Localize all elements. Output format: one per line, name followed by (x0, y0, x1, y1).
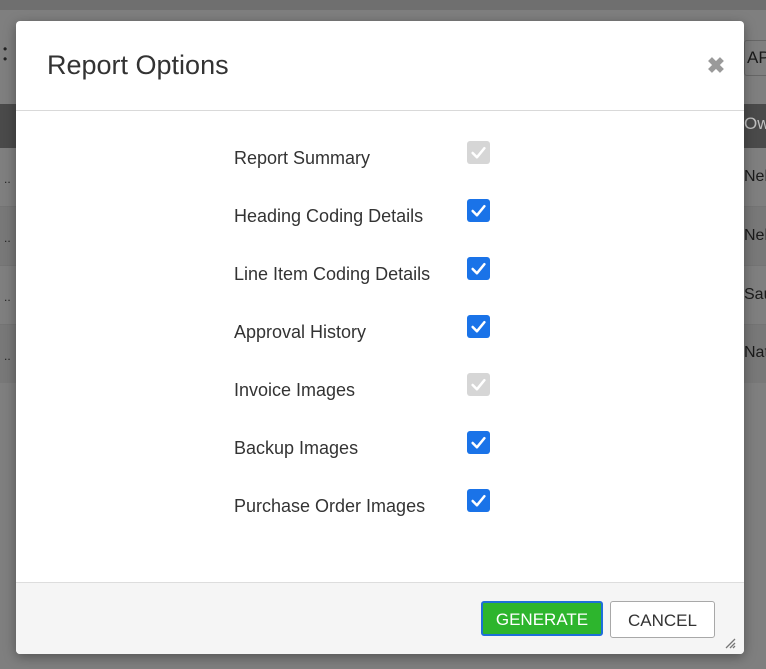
ellipsis-icon: .. (4, 231, 11, 245)
ellipsis-icon: .. (4, 290, 11, 304)
checkmark-icon (471, 262, 486, 275)
checkmark-icon (471, 320, 486, 333)
checkmark-icon (471, 204, 486, 217)
invoice-images-checkbox[interactable] (467, 373, 490, 396)
line-item-coding-details-checkbox[interactable] (467, 257, 490, 280)
background-column-header: Ow (744, 114, 766, 133)
checkmark-icon (471, 494, 486, 507)
cancel-button[interactable]: CANCEL (610, 601, 715, 638)
option-backup-images: Backup Images (234, 431, 534, 461)
kebab-menu-icon: • • (3, 42, 8, 66)
report-summary-checkbox[interactable] (467, 141, 490, 164)
option-label: Line Item Coding Details (234, 264, 431, 284)
background-ap-button: AP (744, 40, 766, 76)
backup-images-checkbox[interactable] (467, 431, 490, 454)
option-label: Heading Coding Details (234, 206, 424, 226)
option-invoice-images: Invoice Images (234, 373, 534, 403)
option-label: Purchase Order Images (234, 496, 426, 516)
option-line-item-coding-details: Line Item Coding Details (234, 257, 534, 287)
generate-button[interactable]: GENERATE (481, 601, 603, 636)
option-heading-coding-details: Heading Coding Details (234, 199, 534, 229)
purchase-order-images-checkbox[interactable] (467, 489, 490, 512)
ellipsis-icon: .. (4, 172, 11, 186)
background-top-bar (0, 0, 766, 10)
checkmark-icon (471, 378, 486, 391)
option-approval-history: Approval History (234, 315, 534, 345)
resize-handle-icon[interactable] (724, 637, 736, 649)
background-cell: Neh (744, 227, 766, 244)
checkmark-icon (471, 436, 486, 449)
approval-history-checkbox[interactable] (467, 315, 490, 338)
ellipsis-icon: .. (4, 349, 11, 363)
heading-coding-details-checkbox[interactable] (467, 199, 490, 222)
option-label: Report Summary (234, 148, 371, 168)
background-cell: Nat (744, 344, 766, 361)
report-options-dialog: Report Options ✖ Report Summary Heading … (16, 21, 744, 654)
option-label: Invoice Images (234, 380, 356, 400)
checkmark-icon (471, 146, 486, 159)
dialog-header: Report Options ✖ (16, 21, 744, 111)
option-label: Backup Images (234, 438, 359, 458)
close-icon[interactable]: ✖ (706, 55, 726, 77)
dialog-title: Report Options (47, 50, 229, 80)
background-cell: Sau (744, 286, 766, 303)
option-label: Approval History (234, 322, 367, 342)
option-purchase-order-images: Purchase Order Images (234, 489, 534, 519)
background-cell: Neh (744, 168, 766, 185)
option-report-summary: Report Summary (234, 141, 534, 171)
dialog-footer: GENERATE CANCEL (16, 582, 744, 654)
